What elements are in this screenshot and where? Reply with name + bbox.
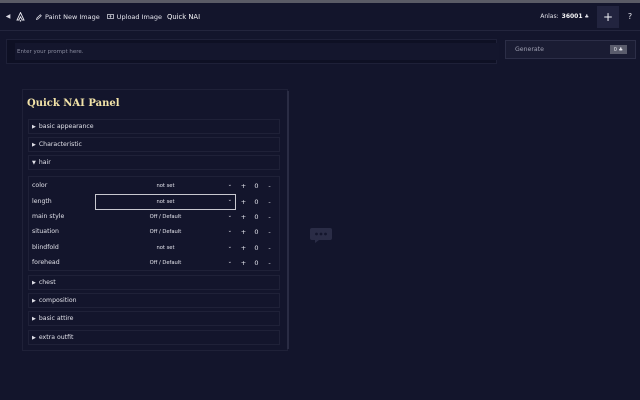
weight-value: 0 xyxy=(254,212,259,221)
increase-button[interactable]: + xyxy=(238,195,249,208)
hair-options: color not set ⌄ + 0 - length not set ⌄ + 0… xyxy=(28,176,280,271)
section-characteristic[interactable]: ▶ Characteristic xyxy=(28,137,280,152)
option-label: main style xyxy=(32,213,65,220)
section-label: basic attire xyxy=(38,315,74,322)
chevron-down-icon: ⌄ xyxy=(227,259,232,265)
panel-scrollbar[interactable] xyxy=(287,91,289,349)
section-basic-attire[interactable]: ▶ basic attire xyxy=(28,311,280,326)
option-select[interactable]: not set ⌄ xyxy=(95,179,236,192)
decrease-button[interactable]: - xyxy=(264,195,275,208)
upload-image-link[interactable]: Upload Image xyxy=(106,12,162,21)
chevron-down-icon: ⌄ xyxy=(227,213,232,219)
weight-value: 0 xyxy=(254,181,259,190)
weight-value: 0 xyxy=(254,258,259,267)
option-value: Off / Default xyxy=(149,259,182,266)
paint-new-image-link[interactable]: Paint New Image xyxy=(36,13,100,21)
option-label: length xyxy=(32,198,52,205)
section-basic-appearance[interactable]: ▶ basic appearance xyxy=(28,119,280,134)
expand-triangle-icon: ▶ xyxy=(32,334,36,341)
decrease-button[interactable]: - xyxy=(264,179,275,192)
hair-row-situation: situation Off / Default ⌄ + 0 - xyxy=(29,225,279,238)
decrease-button[interactable]: - xyxy=(264,256,275,269)
panel-title: Quick NAI Panel xyxy=(27,98,120,109)
chevron-down-icon: ⌄ xyxy=(227,244,232,250)
decrease-button[interactable]: - xyxy=(264,225,275,238)
chevron-down-icon: ⌄ xyxy=(227,182,232,188)
upload-image-label: Upload Image xyxy=(116,12,162,21)
pencil-icon xyxy=(36,13,42,20)
section-label: chest xyxy=(38,279,56,286)
option-label: forehead xyxy=(32,259,60,266)
collapse-triangle-icon: ▼ xyxy=(32,159,36,166)
increase-button[interactable]: + xyxy=(238,241,249,254)
back-arrow-icon[interactable]: ◀ xyxy=(2,13,14,20)
hair-row-length: length not set ⌄ + 0 - xyxy=(29,194,279,210)
increase-button[interactable]: + xyxy=(238,179,249,192)
section-composition[interactable]: ▶ composition xyxy=(28,293,280,308)
expand-triangle-icon: ▶ xyxy=(32,315,36,322)
upload-icon xyxy=(106,13,114,19)
hair-row-forehead: forehead Off / Default ⌄ + 0 - xyxy=(29,256,279,269)
option-label: color xyxy=(32,182,48,189)
quick-nai-panel: Quick NAI Panel ▶ basic appearance ▶ Cha… xyxy=(22,89,288,351)
decrease-button[interactable]: - xyxy=(264,241,275,254)
section-label: composition xyxy=(38,297,77,304)
generate-cost-badge: 0 ♣ xyxy=(609,45,627,54)
hair-row-color: color not set ⌄ + 0 - xyxy=(29,179,279,192)
paint-new-image-label: Paint New Image xyxy=(45,12,100,21)
weight-value: 0 xyxy=(254,197,259,206)
option-label: blindfold xyxy=(32,244,59,251)
anlas-value: 36001 xyxy=(561,13,583,20)
option-value: not set xyxy=(156,182,175,189)
option-value: Off / Default xyxy=(149,228,182,235)
option-select[interactable]: Off / Default ⌄ xyxy=(95,210,236,223)
section-chest[interactable]: ▶ chest xyxy=(28,275,280,290)
generate-cost: 0 xyxy=(613,46,617,53)
top-bar: ◀ Paint New Image Upload Image Quick NAI… xyxy=(0,3,640,31)
section-label: extra outfit xyxy=(38,334,74,341)
increase-button[interactable]: + xyxy=(238,225,249,238)
increase-button[interactable]: + xyxy=(238,210,249,223)
option-select[interactable]: Off / Default ⌄ xyxy=(95,225,236,238)
option-value: not set xyxy=(156,244,175,251)
anlas-icon: ♣ xyxy=(618,46,623,53)
chevron-down-icon: ⌄ xyxy=(227,197,232,203)
section-hair[interactable]: ▼ hair xyxy=(28,155,280,170)
prompt-container xyxy=(6,39,499,64)
add-button[interactable]: + xyxy=(597,5,619,28)
anlas-icon: ♣ xyxy=(584,13,589,20)
option-select[interactable]: Off / Default ⌄ xyxy=(95,256,236,269)
top-bar-left: ◀ Paint New Image Upload Image Quick NAI xyxy=(0,3,200,30)
increase-button[interactable]: + xyxy=(238,256,249,269)
generate-button[interactable]: Generate 0 ♣ xyxy=(505,40,636,59)
anlas-balance[interactable]: Anlas: 36001 ♣ xyxy=(540,13,589,20)
image-placeholder-icon xyxy=(310,228,332,243)
weight-value: 0 xyxy=(254,243,259,252)
option-select[interactable]: not set ⌄ xyxy=(95,194,236,210)
option-value: not set xyxy=(156,199,175,205)
section-label: hair xyxy=(38,159,51,166)
option-label: situation xyxy=(32,228,59,235)
expand-triangle-icon: ▶ xyxy=(32,123,36,130)
anlas-label: Anlas: xyxy=(540,13,559,20)
section-label: Characteristic xyxy=(38,141,82,148)
section-label: basic appearance xyxy=(38,123,94,130)
novelai-logo-icon[interactable] xyxy=(14,10,26,24)
expand-triangle-icon: ▶ xyxy=(32,279,36,286)
section-extra-outfit[interactable]: ▶ extra outfit xyxy=(28,330,280,345)
option-select[interactable]: not set ⌄ xyxy=(95,241,236,254)
top-bar-right: Anlas: 36001 ♣ + ? xyxy=(540,3,640,30)
generate-label: Generate xyxy=(515,46,544,53)
page-title: Quick NAI xyxy=(166,12,201,21)
hair-row-blindfold: blindfold not set ⌄ + 0 - xyxy=(29,241,279,254)
chevron-down-icon: ⌄ xyxy=(227,228,232,234)
expand-triangle-icon: ▶ xyxy=(32,141,36,148)
weight-value: 0 xyxy=(254,227,259,236)
prompt-input[interactable] xyxy=(15,43,499,60)
decrease-button[interactable]: - xyxy=(264,210,275,223)
option-value: Off / Default xyxy=(149,213,182,220)
expand-triangle-icon: ▶ xyxy=(32,297,36,304)
help-button[interactable]: ? xyxy=(624,12,636,21)
hair-row-main-style: main style Off / Default ⌄ + 0 - xyxy=(29,210,279,223)
